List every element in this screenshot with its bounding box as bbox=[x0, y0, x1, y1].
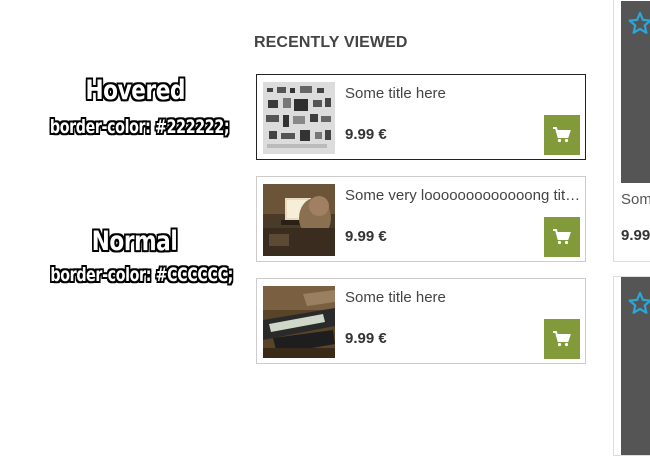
recently-viewed-item[interactable]: Some title here 9.99 € bbox=[256, 278, 586, 364]
normal-annotation: Normal border-color: #CCCCCC; bbox=[20, 226, 250, 287]
product-grid-column: Som 9.99 bbox=[613, 0, 650, 456]
product-price: 9.99 € bbox=[345, 228, 387, 245]
shopping-cart-icon bbox=[553, 229, 571, 245]
product-title[interactable]: Some very looooooooooooong title here bbox=[345, 187, 581, 204]
product-thumbnail[interactable] bbox=[263, 82, 335, 154]
recently-viewed-title: RECENTLY VIEWED bbox=[254, 34, 408, 51]
hovered-css-note: border-color: #222222; bbox=[49, 116, 230, 138]
product-price: 9.99 bbox=[621, 227, 650, 244]
product-price: 9.99 € bbox=[345, 330, 387, 347]
recently-viewed-item[interactable]: Some title here 9.99 € bbox=[256, 74, 586, 160]
star-outline-icon[interactable] bbox=[628, 291, 650, 315]
add-to-cart-button[interactable] bbox=[544, 217, 580, 257]
product-thumbnail[interactable] bbox=[263, 286, 335, 358]
product-title[interactable]: Some title here bbox=[345, 289, 581, 306]
star-outline-icon[interactable] bbox=[628, 11, 650, 35]
recently-viewed-item[interactable]: Some very looooooooooooong title here 9.… bbox=[256, 176, 586, 262]
hovered-heading: Hovered bbox=[85, 75, 185, 106]
product-thumbnail[interactable] bbox=[263, 184, 335, 256]
add-to-cart-button[interactable] bbox=[544, 319, 580, 359]
hovered-annotation: Hovered border-color: #222222; bbox=[20, 75, 250, 139]
product-card[interactable] bbox=[613, 276, 650, 456]
product-price: 9.99 € bbox=[345, 126, 387, 143]
add-to-cart-button[interactable] bbox=[544, 115, 580, 155]
shopping-cart-icon bbox=[553, 127, 571, 143]
normal-heading: Normal bbox=[92, 226, 178, 257]
normal-css-note: border-color: #CCCCCC; bbox=[50, 264, 233, 286]
shopping-cart-icon bbox=[553, 331, 571, 347]
product-card[interactable]: Som 9.99 bbox=[613, 0, 650, 262]
product-title[interactable]: Some title here bbox=[345, 85, 581, 102]
product-title[interactable]: Som bbox=[621, 191, 650, 208]
